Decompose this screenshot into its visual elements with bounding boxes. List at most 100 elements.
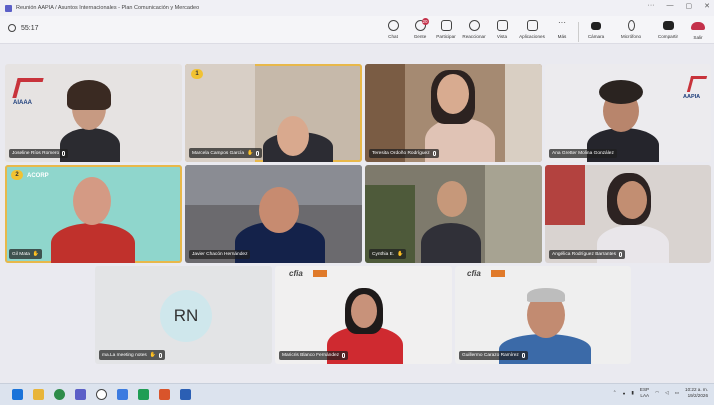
camera-icon — [591, 22, 601, 30]
search-icon[interactable] — [96, 389, 107, 400]
participant-name: ma.La meeting notes — [102, 352, 147, 358]
video-tile[interactable]: AIAAA Joseline Ríos Romero — [5, 64, 182, 162]
more-options-icon[interactable]: ··· — [648, 2, 655, 10]
participant-name: Cynthia E. — [372, 251, 395, 257]
mic-off-icon — [342, 353, 346, 358]
react-label: Reaccionar — [462, 34, 486, 39]
cloud-icon[interactable]: ● — [623, 391, 626, 396]
file-explorer-icon[interactable] — [33, 389, 44, 400]
participant-head — [277, 116, 309, 156]
participant-nameplate: Ana Gretter Molina González — [549, 149, 617, 158]
excel-icon[interactable] — [138, 389, 149, 400]
participant-name: Maricris Blanco Fernández — [282, 353, 340, 358]
participant-nameplate: Gil Mata ✋ — [9, 249, 43, 259]
security-icon[interactable]: ▮ — [631, 390, 634, 396]
participant-name: Javier Chacón Hernández — [192, 252, 248, 257]
video-tile[interactable]: cfia Guillermo Carazo Ramírez — [455, 266, 631, 364]
participant-nameplate: ma.La meeting notes ✋ — [99, 350, 166, 360]
mic-off-icon — [62, 151, 66, 156]
mic-off-icon — [432, 151, 436, 156]
cfia-logo-mark — [313, 270, 327, 277]
participant-name: Teresita Ordoño Rodríguez — [372, 151, 430, 156]
leave-button[interactable]: Salir — [684, 20, 712, 40]
cfia-logo-mark — [491, 270, 505, 277]
participant-nameplate: Maricris Blanco Fernández — [279, 351, 349, 360]
video-tile[interactable]: cfia Maricris Blanco Fernández — [275, 266, 452, 364]
video-tile[interactable]: Teresita Ordoño Rodríguez — [365, 64, 542, 162]
video-tile[interactable]: Angélica Rodríguez Barrantes — [545, 165, 711, 263]
aapia-logo — [686, 76, 708, 92]
store-icon[interactable] — [117, 389, 128, 400]
chat-icon — [387, 20, 399, 31]
mic-button[interactable]: Micrófono — [616, 20, 646, 39]
minimize-button[interactable]: — — [667, 2, 674, 10]
participate-label: Participar — [436, 34, 456, 39]
grid-icon — [496, 20, 508, 31]
people-icon: 20 — [414, 18, 429, 31]
participant-body — [60, 128, 120, 162]
video-tile[interactable]: RN ma.La meeting notes ✋ — [95, 266, 272, 364]
view-button[interactable]: Vista — [487, 20, 517, 39]
windows-taskbar: ⌃ ● ▮ ESP LAA ◠ ◁ ▭ 10:22 a. m. 19/2/202… — [0, 383, 714, 405]
avatar: RN — [160, 290, 212, 342]
powerpoint-icon[interactable] — [159, 389, 170, 400]
aapia-logo-text: AAPIA — [683, 94, 701, 100]
clock[interactable]: 10:22 a. m. 19/2/2026 — [685, 387, 708, 399]
aiaaa-logo-text: AIAAA — [13, 100, 32, 106]
video-tile[interactable]: 2 ACORP Gil Mata ✋ — [5, 165, 182, 263]
chat-label: Chat — [388, 34, 398, 39]
video-tile[interactable]: AAPIA Ana Gretter Molina González — [545, 64, 711, 162]
timer-text: 55:17 — [21, 24, 39, 32]
title-bar: Reunión AAPIA / Asuntos Internacionales … — [0, 0, 714, 16]
apps-label: Aplicaciones — [519, 34, 545, 39]
participant-head — [617, 181, 647, 219]
participate-button[interactable]: Participar — [431, 20, 461, 39]
video-tile[interactable]: Javier Chacón Hernández — [185, 165, 362, 263]
hand-icon: ✋ — [149, 352, 157, 358]
apps-button[interactable]: Aplicaciones — [517, 20, 547, 39]
language-indicator[interactable]: ESP LAA — [640, 387, 649, 399]
participant-nameplate: Cynthia E. ✋ — [369, 249, 407, 259]
maximize-button[interactable]: ▢ — [686, 2, 693, 10]
participant-nameplate: Joseline Ríos Romero — [9, 149, 69, 158]
wifi-icon[interactable]: ◠ — [655, 390, 659, 396]
teams-icon[interactable] — [75, 389, 86, 400]
close-button[interactable]: ✕ — [704, 2, 710, 10]
acorp-logo-text: ACORP — [27, 173, 49, 179]
shield-icon — [8, 24, 16, 32]
react-button[interactable]: Reaccionar — [459, 20, 489, 39]
participant-hair — [599, 80, 643, 104]
video-tile[interactable]: 1 Marcela Campos García ✋ — [185, 64, 362, 162]
hand-icon: ✋ — [397, 251, 404, 257]
add-app-icon — [526, 20, 538, 31]
browser-icon[interactable] — [54, 389, 65, 400]
hand-icon: ✋ — [32, 251, 40, 257]
participant-head — [437, 181, 467, 217]
mic-off-icon — [619, 252, 622, 257]
share-button[interactable]: Compartir — [653, 20, 683, 39]
participant-nameplate: Javier Chacón Hernández — [189, 250, 251, 259]
leave-label: Salir — [693, 35, 703, 40]
video-tile[interactable]: Cynthia E. ✋ — [365, 165, 542, 263]
hand-icon: ✋ — [246, 150, 254, 156]
cfia-logo-text: cfia — [289, 269, 303, 278]
toolbar-separator — [578, 22, 579, 42]
volume-icon[interactable]: ◁ — [665, 390, 669, 396]
battery-icon[interactable]: ▭ — [675, 390, 679, 396]
word-icon[interactable] — [180, 389, 191, 400]
more-button[interactable]: ··· Más — [547, 19, 577, 40]
chevron-up-icon[interactable]: ⌃ — [613, 390, 617, 396]
participant-name: Angélica Rodríguez Barrantes — [552, 252, 616, 257]
participant-head — [351, 294, 377, 328]
windows-start-icon[interactable] — [12, 389, 23, 400]
more-label: Más — [557, 34, 567, 39]
people-label: Gente — [413, 34, 427, 39]
hand-icon — [440, 20, 452, 31]
mic-off-icon — [256, 150, 260, 156]
participant-hair — [67, 80, 111, 110]
view-label: Vista — [496, 34, 508, 39]
meeting-toolbar: 55:17 Chat 20 Gente Participar Reacciona… — [0, 16, 714, 44]
chat-button[interactable]: Chat — [378, 20, 408, 39]
camera-button[interactable]: Cámara — [581, 20, 611, 39]
clock-date: 19/2/2026 — [687, 393, 708, 398]
